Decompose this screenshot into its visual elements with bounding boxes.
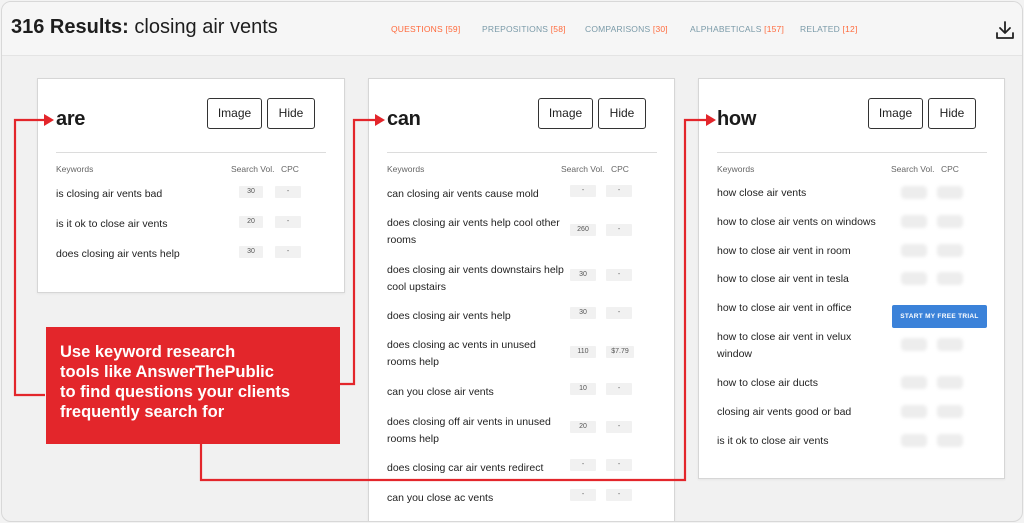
blurred-value bbox=[901, 186, 927, 199]
tab-alphabeticals[interactable]: ALPHABETICALS [157] bbox=[690, 24, 784, 34]
download-icon[interactable] bbox=[995, 20, 1015, 40]
search-vol-value: - bbox=[570, 459, 596, 471]
cpc-value: - bbox=[606, 489, 632, 501]
cpc-header: CPC bbox=[611, 164, 629, 174]
keyword-row[interactable]: does closing ac vents in unused rooms he… bbox=[387, 337, 557, 371]
blurred-value bbox=[937, 244, 963, 257]
keyword-row[interactable]: closing air vents good or bad bbox=[717, 404, 892, 421]
keyword-row[interactable]: is it ok to close air vents bbox=[56, 216, 167, 233]
app-frame: 316 Results: closing air vents QUESTIONS… bbox=[1, 1, 1023, 522]
cpc-value: $7.79 bbox=[606, 346, 634, 358]
search-vol-value: - bbox=[570, 185, 596, 197]
blurred-value bbox=[901, 376, 927, 389]
keyword-row[interactable]: how to close air ducts bbox=[717, 375, 887, 392]
page-title: 316 Results: closing air vents bbox=[11, 16, 278, 39]
image-button[interactable]: Image bbox=[207, 98, 262, 129]
keyword-row[interactable]: does closing air vents help bbox=[387, 308, 572, 325]
search-vol-value: 20 bbox=[239, 216, 263, 228]
image-button[interactable]: Image bbox=[538, 98, 593, 129]
divider bbox=[387, 152, 657, 153]
keyword-row[interactable]: can you close air vents bbox=[387, 384, 572, 401]
card-how: how Image Hide Keywords Search Vol. CPC … bbox=[698, 78, 1005, 479]
keyword-row[interactable]: how close air vents bbox=[717, 185, 887, 202]
card-are: are Image Hide Keywords Search Vol. CPC … bbox=[37, 78, 345, 293]
hide-button[interactable]: Hide bbox=[598, 98, 646, 129]
cpc-value: - bbox=[606, 459, 632, 471]
cpc-value: - bbox=[606, 383, 632, 395]
blurred-value bbox=[901, 215, 927, 228]
keywords-header: Keywords bbox=[56, 164, 94, 174]
cpc-value: - bbox=[606, 307, 632, 319]
card-title: how bbox=[717, 108, 757, 130]
blurred-value bbox=[937, 215, 963, 228]
search-vol-value: 30 bbox=[239, 246, 263, 258]
hide-button[interactable]: Hide bbox=[928, 98, 976, 129]
tab-questions[interactable]: QUESTIONS [59] bbox=[391, 24, 460, 34]
search-vol-header: Search Vol. bbox=[561, 164, 605, 174]
keyword-row[interactable]: is closing air vents bad bbox=[56, 186, 162, 203]
search-vol-value: 10 bbox=[570, 383, 596, 395]
keyword-row[interactable]: how to close air vent in tesla bbox=[717, 271, 887, 288]
keyword-row[interactable]: can you close ac vents bbox=[387, 490, 572, 507]
callout-box: Use keyword research tools like AnswerTh… bbox=[46, 327, 340, 444]
blurred-value bbox=[937, 272, 963, 285]
cpc-header: CPC bbox=[281, 164, 299, 174]
blurred-value bbox=[937, 186, 963, 199]
divider bbox=[717, 152, 987, 153]
hide-button[interactable]: Hide bbox=[267, 98, 315, 129]
search-query: closing air vents bbox=[134, 16, 278, 38]
keyword-row[interactable]: does closing car air vents redirect bbox=[387, 460, 572, 477]
cpc-value: - bbox=[275, 186, 301, 198]
keywords-header: Keywords bbox=[387, 164, 425, 174]
search-vol-value: 110 bbox=[570, 346, 596, 358]
blurred-value bbox=[937, 434, 963, 447]
blurred-value bbox=[937, 376, 963, 389]
blurred-value bbox=[901, 405, 927, 418]
blurred-value bbox=[937, 405, 963, 418]
search-vol-value: - bbox=[570, 489, 596, 501]
cpc-value: - bbox=[606, 421, 632, 433]
start-free-trial-button[interactable]: START MY FREE TRIAL bbox=[892, 305, 987, 328]
tab-comparisons[interactable]: COMPARISONS [30] bbox=[585, 24, 668, 34]
keyword-row[interactable]: how to close air vent in office bbox=[717, 300, 892, 317]
cpc-value: - bbox=[606, 224, 632, 236]
keyword-row[interactable]: can closing air vents cause mold bbox=[387, 186, 572, 203]
cpc-value: - bbox=[606, 269, 632, 281]
search-vol-value: 260 bbox=[570, 224, 596, 236]
image-button[interactable]: Image bbox=[868, 98, 923, 129]
search-vol-value: 20 bbox=[570, 421, 596, 433]
keyword-row[interactable]: how to close air vent in room bbox=[717, 243, 887, 260]
card-can: can Image Hide Keywords Search Vol. CPC … bbox=[368, 78, 675, 521]
search-vol-value: 30 bbox=[570, 307, 596, 319]
blurred-value bbox=[901, 272, 927, 285]
blurred-value bbox=[937, 338, 963, 351]
divider bbox=[56, 152, 326, 153]
cpc-header: CPC bbox=[941, 164, 959, 174]
keyword-row[interactable]: does closing air vents downstairs help c… bbox=[387, 262, 572, 296]
tab-related[interactable]: RELATED [12] bbox=[800, 24, 858, 34]
results-count: 316 Results: bbox=[11, 16, 129, 38]
keywords-header: Keywords bbox=[717, 164, 755, 174]
top-bar: 316 Results: closing air vents QUESTIONS… bbox=[2, 2, 1022, 56]
search-vol-header: Search Vol. bbox=[231, 164, 275, 174]
cpc-value: - bbox=[275, 216, 301, 228]
search-vol-value: 30 bbox=[570, 269, 596, 281]
keyword-row[interactable]: does closing air vents help cool other r… bbox=[387, 215, 572, 249]
keyword-row[interactable]: does closing air vents help bbox=[56, 246, 180, 263]
keyword-row[interactable]: is it ok to close air vents bbox=[717, 433, 887, 450]
tab-prepositions[interactable]: PREPOSITIONS [58] bbox=[482, 24, 566, 34]
blurred-value bbox=[901, 434, 927, 447]
blurred-value bbox=[901, 338, 927, 351]
blurred-value bbox=[901, 244, 927, 257]
keyword-row[interactable]: how to close air vents on windows bbox=[717, 214, 897, 231]
card-title: can bbox=[387, 108, 421, 130]
card-title: are bbox=[56, 108, 86, 130]
cpc-value: - bbox=[606, 185, 632, 197]
search-vol-value: 30 bbox=[239, 186, 263, 198]
cpc-value: - bbox=[275, 246, 301, 258]
keyword-row[interactable]: how to close air vent in velux window bbox=[717, 329, 877, 363]
keyword-row[interactable]: does closing off air vents in unused roo… bbox=[387, 414, 567, 448]
search-vol-header: Search Vol. bbox=[891, 164, 935, 174]
